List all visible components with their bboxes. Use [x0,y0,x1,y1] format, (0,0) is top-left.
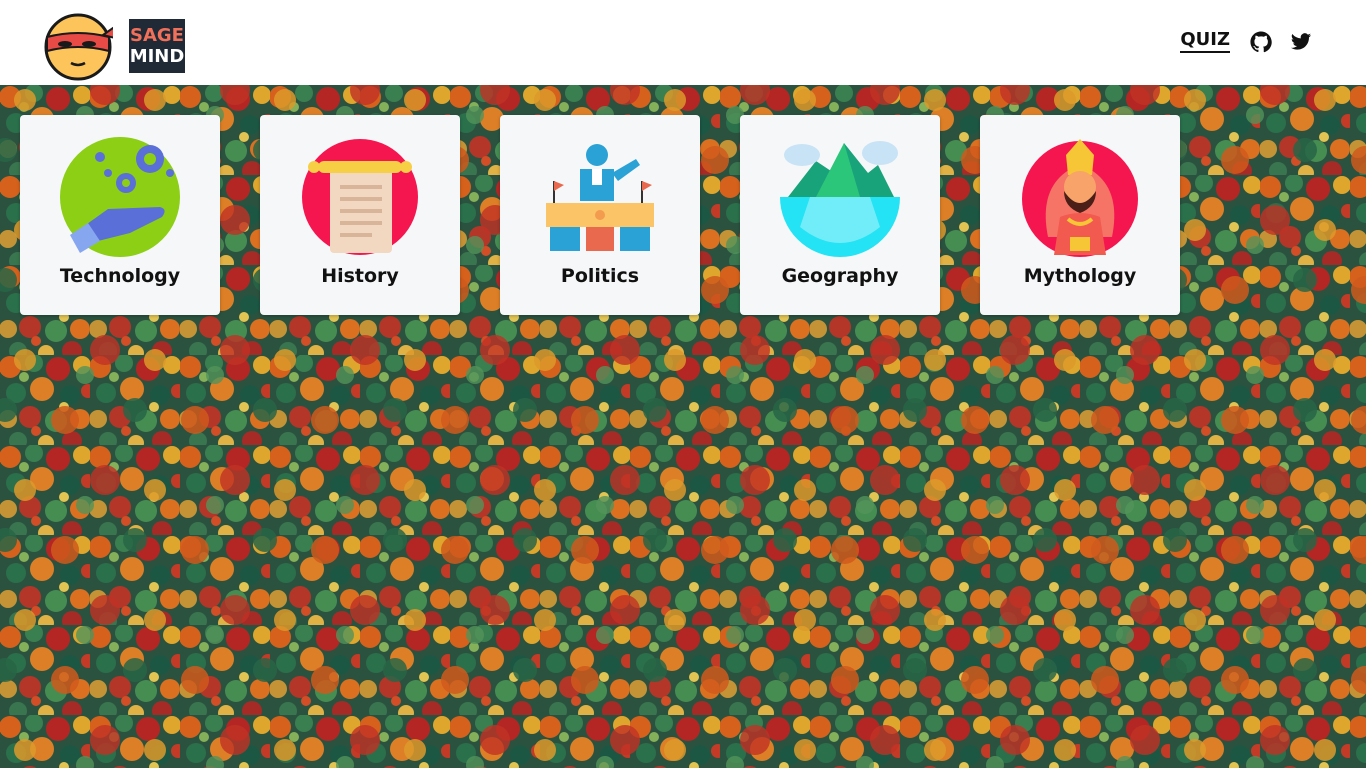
category-label: Mythology [1023,265,1137,287]
twitter-icon[interactable] [1290,31,1312,53]
category-label: Technology [59,265,181,287]
brand-wordmark: SAGE MIND [129,19,185,73]
quiz-link[interactable]: QUIZ [1180,30,1230,53]
brand-word-top: SAGE [130,25,184,46]
category-card-technology[interactable]: Technology [20,115,220,315]
category-label: Politics [560,265,640,287]
category-label: History [321,265,399,287]
navbar: SAGE MIND QUIZ [0,0,1366,85]
category-cards: Technology History Politics Geography My… [20,115,1220,315]
nav-links: QUIZ [1180,30,1312,53]
github-icon[interactable] [1250,30,1272,53]
brand-word-bottom: MIND [129,46,185,67]
ninja-face-icon [44,13,113,81]
category-card-geography[interactable]: Geography [740,115,940,315]
category-card-politics[interactable]: Politics [500,115,700,315]
category-card-mythology[interactable]: Mythology [980,115,1180,315]
podium-speaker-icon [546,144,654,251]
deity-icon [1022,139,1138,257]
category-card-history[interactable]: History [260,115,460,315]
category-label: Geography [781,265,899,287]
globe-mountains-icon [780,141,900,257]
brand-logo[interactable]: SAGE MIND [43,11,185,81]
tech-hand-gears-icon [60,137,180,257]
scroll-icon [302,139,418,255]
